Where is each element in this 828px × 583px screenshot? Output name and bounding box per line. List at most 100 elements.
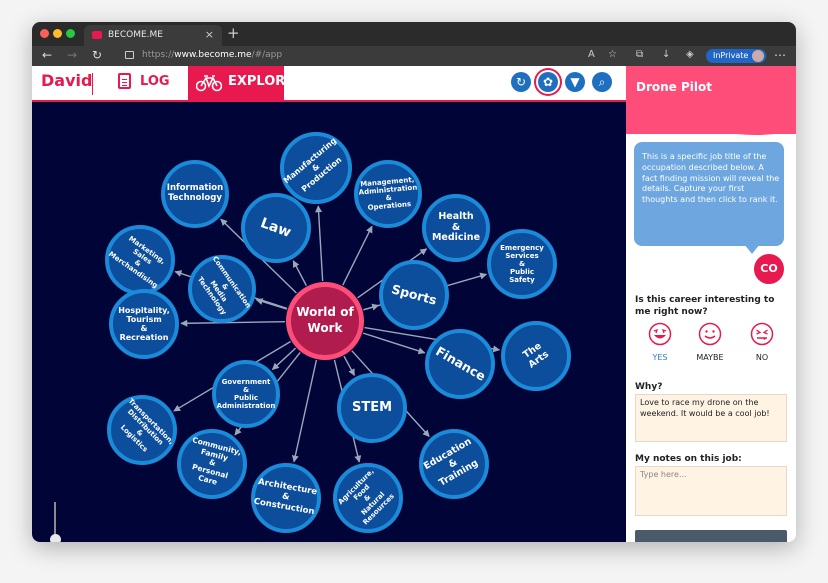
excited-face-icon xyxy=(648,322,672,346)
user-name: David xyxy=(41,71,93,90)
career-node-manufacturing[interactable]: Manufacturing & Production xyxy=(280,132,352,204)
log-label: LOG xyxy=(140,74,170,89)
close-window-icon[interactable] xyxy=(40,29,49,38)
career-node-agriculture[interactable]: Agriculture, Food & Natural Resources xyxy=(333,463,403,533)
filter-icon[interactable]: ▼ xyxy=(565,72,585,92)
career-node-label-line: Public xyxy=(509,268,535,277)
read-aloud-icon[interactable]: A xyxy=(588,49,595,60)
connector-arrow xyxy=(343,355,356,377)
notes-textarea[interactable]: Type here... xyxy=(635,466,787,516)
downloads-icon[interactable]: ↓ xyxy=(662,49,670,60)
more-menu-icon[interactable]: ⋯ xyxy=(774,48,786,62)
career-node-management[interactable]: Management, Administration & Operations xyxy=(354,160,422,228)
career-node-label-line: Administration xyxy=(216,402,276,411)
connector-arrow xyxy=(342,225,373,286)
url-path: /#/app xyxy=(251,50,283,60)
career-description: This is a specific job title of the occu… xyxy=(642,152,780,205)
career-node-architecture[interactable]: Architecture & Construction xyxy=(251,463,321,533)
career-node-label-line: Finance xyxy=(432,343,488,384)
panel-wave-decoration xyxy=(626,120,796,135)
collections-icon[interactable]: ⧉ xyxy=(636,49,643,60)
career-node-communication[interactable]: Communication & Media Technology xyxy=(188,255,256,323)
back-icon[interactable]: ← xyxy=(42,48,52,62)
career-node-the-arts[interactable]: The Arts xyxy=(501,321,571,391)
maximize-window-icon[interactable] xyxy=(66,29,75,38)
forward-icon[interactable]: → xyxy=(67,48,77,62)
bicycle-icon xyxy=(196,75,222,92)
career-node-label-line: Tourism xyxy=(126,314,162,324)
career-node-community[interactable]: Community, Family & Personal Care xyxy=(177,429,247,499)
career-node-label-line: Technology xyxy=(168,193,222,203)
url-domain: www.become.me xyxy=(174,50,252,60)
log-icon xyxy=(118,73,131,89)
zoom-slider-handle[interactable] xyxy=(50,534,61,542)
description-bubble: This is a specific job title of the occu… xyxy=(634,142,784,246)
why-textarea[interactable]: Love to race my drone on the weekend. It… xyxy=(635,394,787,442)
career-node-label-line: Recreation xyxy=(119,333,169,343)
refresh-icon[interactable]: ↻ xyxy=(92,48,102,62)
compass-icon[interactable]: ✿ xyxy=(538,72,558,92)
career-node-finance[interactable]: Finance xyxy=(425,329,495,399)
career-node-label-line: & xyxy=(140,324,148,333)
new-tab-icon[interactable]: + xyxy=(227,24,240,42)
rate-maybe-label: MAYBE xyxy=(696,353,724,362)
favorite-star-icon[interactable]: ☆ xyxy=(608,49,617,60)
inprivate-badge[interactable]: InPrivate xyxy=(706,49,766,63)
career-title: Drone Pilot xyxy=(636,80,712,94)
career-node-label-line: Sports xyxy=(389,281,439,308)
connector-arrow xyxy=(292,260,307,286)
career-detail-panel: Drone Pilot This is a specific job title… xyxy=(626,66,796,542)
coin-badge: CO xyxy=(752,252,786,286)
career-node-label-line: Hospitality, xyxy=(118,305,170,315)
career-node-label-line: Medicine xyxy=(431,232,481,244)
connector-arrow xyxy=(271,347,297,371)
title-bar: BECOME.ME × + xyxy=(32,22,796,46)
career-node-label-line: & xyxy=(242,385,250,394)
browser-tab[interactable]: BECOME.ME × xyxy=(84,25,222,46)
world-of-work-center-node[interactable]: World of Work xyxy=(286,282,364,360)
career-node-health[interactable]: Health & Medicine xyxy=(422,194,490,262)
career-node-label-line: Services xyxy=(505,251,539,260)
rate-maybe-button[interactable]: MAYBE xyxy=(690,322,730,362)
career-node-hospitality[interactable]: Hospitality, Tourism & Recreation xyxy=(109,289,179,359)
header-divider xyxy=(92,73,93,95)
career-node-label-line: Government xyxy=(221,377,271,386)
address-field[interactable]: https://www.become.me/#/app xyxy=(142,50,282,60)
lock-icon xyxy=(125,51,134,59)
app-area: David LOG EXPLORE ↻ ✿ ▼ ⌕ Manufacturing … xyxy=(32,66,796,542)
connector-arrow xyxy=(255,298,288,310)
career-node-label-line: & xyxy=(518,259,526,268)
career-node-stem[interactable]: STEM xyxy=(337,373,407,443)
disgusted-face-icon xyxy=(750,322,774,346)
rate-yes-button[interactable]: YES xyxy=(640,322,680,362)
rate-no-button[interactable]: NO xyxy=(742,322,782,362)
connector-arrow xyxy=(363,303,380,311)
minimize-window-icon[interactable] xyxy=(53,29,62,38)
career-node-marketing[interactable]: Marketing, Sales & Merchandising xyxy=(105,225,175,295)
app-header: David LOG EXPLORE ↻ ✿ ▼ ⌕ xyxy=(32,66,626,100)
career-node-label-line: Public xyxy=(233,394,259,402)
center-line: World xyxy=(296,305,337,320)
career-map-canvas[interactable]: Manufacturing & Production Management, Admin… xyxy=(32,102,626,542)
career-node-label-line: Law xyxy=(258,215,294,241)
extensions-icon[interactable]: ◈ xyxy=(686,49,694,60)
url-prefix: https:// xyxy=(142,50,175,60)
search-icon[interactable]: ⌕ xyxy=(592,72,612,92)
rate-yes-label: YES xyxy=(652,353,668,362)
connector-arrow xyxy=(315,205,324,282)
career-node-information-technology[interactable]: Information Technology xyxy=(161,160,229,228)
career-node-label-line: Safety xyxy=(509,276,535,285)
career-node-government[interactable]: Government & Public Administration xyxy=(212,360,280,428)
smile-face-icon xyxy=(698,322,722,346)
career-node-emergency[interactable]: Emergency Services & Public Safety xyxy=(487,229,557,299)
career-node-sports[interactable]: Sports xyxy=(379,260,449,330)
career-node-education[interactable]: Education & Training xyxy=(419,429,489,499)
career-node-law[interactable]: Law xyxy=(241,193,311,263)
profile-avatar xyxy=(752,50,764,62)
rank-button[interactable] xyxy=(635,530,787,542)
explore-nav-button[interactable]: EXPLORE xyxy=(188,66,294,100)
explore-label: EXPLORE xyxy=(228,74,295,89)
reset-view-icon[interactable]: ↻ xyxy=(511,72,531,92)
career-node-transportation[interactable]: Transportation, Distribution & Logistics xyxy=(107,395,177,465)
close-tab-icon[interactable]: × xyxy=(205,28,214,41)
